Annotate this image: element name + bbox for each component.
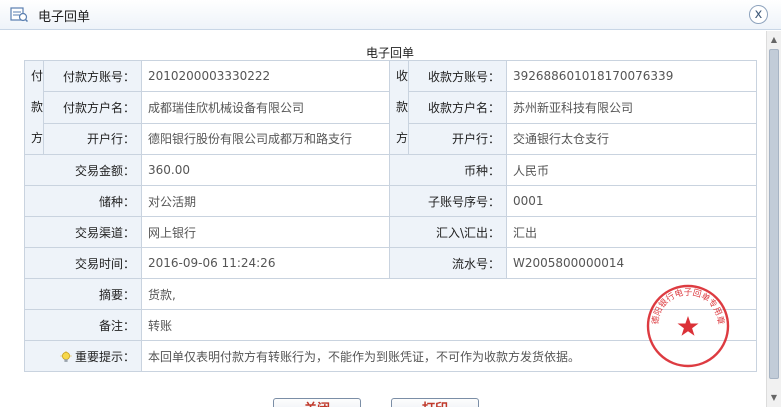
deposit-type-label: 储种： bbox=[24, 185, 142, 217]
payee-bank-label: 开户行： bbox=[408, 122, 507, 156]
payer-name-label: 付款方户名： bbox=[43, 91, 142, 124]
remark-label: 备注： bbox=[24, 309, 142, 341]
window-titlebar: 电子回单 x bbox=[0, 0, 781, 30]
payee-name-label: 收款方户名： bbox=[408, 91, 507, 124]
close-icon: x bbox=[754, 7, 763, 22]
close-window-button[interactable]: x bbox=[749, 5, 768, 24]
serial-label: 流水号： bbox=[389, 247, 507, 279]
payer-side-label: 付 款 方 bbox=[24, 60, 44, 155]
scroll-down-icon[interactable]: ▼ bbox=[767, 391, 781, 405]
deposit-type-value: 对公活期 bbox=[141, 185, 390, 217]
scrollbar-thumb[interactable] bbox=[769, 49, 779, 379]
direction-value: 汇出 bbox=[506, 216, 757, 248]
payer-bank-value: 德阳银行股份有限公司成都万和路支行 bbox=[141, 122, 390, 156]
table-row: 储种： 对公活期 子账号序号： 0001 bbox=[24, 185, 757, 217]
receipt-content: 电子回单 付 款 方 付款方账号： 2010200003330222 收 款 方… bbox=[0, 31, 766, 407]
amount-label: 交易金额： bbox=[24, 154, 142, 186]
notice-label-cell: 重要提示： bbox=[24, 340, 142, 372]
table-row: 交易时间： 2016-09-06 11:24:26 流水号： W20058000… bbox=[24, 247, 757, 279]
payer-bank-label: 开户行： bbox=[43, 122, 142, 156]
vertical-scrollbar[interactable]: ▲ ▼ bbox=[766, 31, 781, 407]
window-title: 电子回单 bbox=[38, 10, 91, 25]
channel-value: 网上银行 bbox=[141, 216, 390, 248]
payee-account-label: 收款方账号： bbox=[408, 59, 507, 93]
print-button[interactable]: 打印 bbox=[391, 398, 479, 407]
payee-side-label: 收 款 方 bbox=[389, 60, 409, 155]
payee-bank-value: 交通银行太仓支行 bbox=[506, 122, 757, 156]
notice-label: 重要提示： bbox=[74, 349, 135, 364]
amount-value: 360.00 bbox=[141, 154, 390, 186]
time-value: 2016-09-06 11:24:26 bbox=[141, 247, 390, 279]
serial-value: W2005800000014 bbox=[506, 247, 757, 279]
payee-account-value: 392688601018170076339 bbox=[506, 59, 757, 93]
scroll-up-icon[interactable]: ▲ bbox=[767, 33, 781, 47]
payee-name-value: 苏州新亚科技有限公司 bbox=[506, 91, 757, 124]
close-button[interactable]: 关闭 bbox=[273, 398, 361, 407]
table-row: 付 款 方 付款方账号： 2010200003330222 收 款 方 收款方账… bbox=[24, 59, 757, 155]
lightbulb-icon bbox=[60, 350, 72, 362]
bank-seal-stamp: 德阳银行电子回单专用章 bbox=[646, 284, 730, 368]
receipt-window-icon bbox=[10, 7, 28, 22]
payer-name-value: 成都瑞佳欣机械设备有限公司 bbox=[141, 91, 390, 124]
star-icon bbox=[677, 316, 699, 336]
sub-account-value: 0001 bbox=[506, 185, 757, 217]
currency-value: 人民币 bbox=[506, 154, 757, 186]
payer-account-value: 2010200003330222 bbox=[141, 59, 390, 93]
time-label: 交易时间： bbox=[24, 247, 142, 279]
currency-label: 币种： bbox=[389, 154, 507, 186]
table-row: 交易渠道： 网上银行 汇入\汇出： 汇出 bbox=[24, 216, 757, 248]
table-row: 交易金额： 360.00 币种： 人民币 bbox=[24, 154, 757, 186]
direction-label: 汇入\汇出： bbox=[389, 216, 507, 248]
channel-label: 交易渠道： bbox=[24, 216, 142, 248]
sub-account-label: 子账号序号： bbox=[389, 185, 507, 217]
payer-account-label: 付款方账号： bbox=[43, 59, 142, 93]
summary-label: 摘要： bbox=[24, 278, 142, 310]
receipt-title: 电子回单 bbox=[365, 46, 414, 60]
